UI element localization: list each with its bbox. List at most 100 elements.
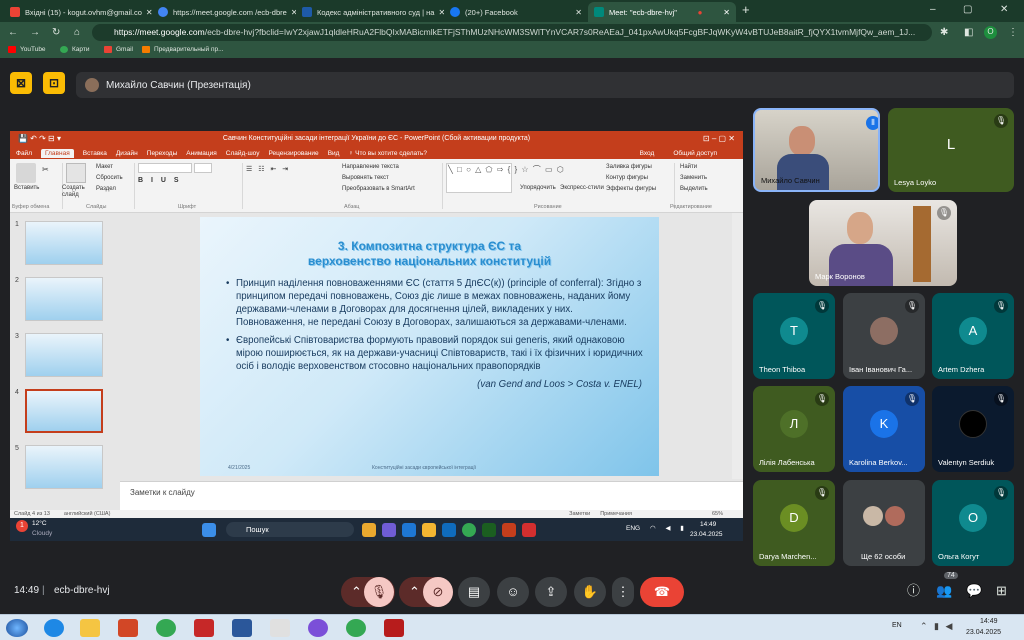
reload-icon[interactable]: ↻ <box>52 27 60 39</box>
font-name-select[interactable] <box>138 163 192 173</box>
present-layout-icon[interactable]: ⊡ <box>43 72 65 94</box>
camera-toggle-button[interactable]: ⊘ <box>423 577 453 607</box>
more-vert-icon[interactable]: ⋮ <box>1008 27 1018 39</box>
slide-thumbnail[interactable] <box>25 333 103 377</box>
select-button[interactable]: Выделить <box>680 186 708 192</box>
bookmark-gmail[interactable]: Gmail <box>104 46 133 53</box>
tab-home[interactable]: Главная <box>40 148 74 158</box>
powerpoint-icon[interactable] <box>502 523 516 537</box>
profile-avatar[interactable]: O <box>984 26 997 39</box>
chat-icon[interactable]: 💬 <box>966 584 982 597</box>
leave-call-button[interactable]: ☎ <box>640 577 684 607</box>
emoji-button[interactable]: ☺ <box>497 577 529 607</box>
quick-styles-button[interactable]: Экспресс-стили <box>560 185 604 191</box>
slide-scrollbar[interactable] <box>732 213 743 479</box>
tab-insert[interactable]: Вставка <box>83 150 107 157</box>
folder-icon[interactable] <box>80 619 100 637</box>
stop-presenting-icon[interactable]: ⊠ <box>10 72 32 94</box>
zoom-level[interactable]: 65% <box>712 511 723 517</box>
share-button[interactable]: Общий доступ <box>673 150 717 157</box>
tab-review[interactable]: Рецензирование <box>268 150 318 157</box>
acrobat-icon[interactable] <box>194 619 214 637</box>
section-button[interactable]: Раздел <box>96 186 116 192</box>
close-icon[interactable]: ✕ <box>571 8 582 17</box>
widgets-icon[interactable] <box>362 523 376 537</box>
slide-thumbnail[interactable] <box>25 277 103 321</box>
tray-icons[interactable]: ⌃ ▮ ◀ <box>920 621 954 632</box>
smartart-button[interactable]: Преобразовать в SmartArt <box>342 186 415 192</box>
captions-button[interactable]: ▤ <box>458 577 490 607</box>
participant-tile[interactable]: 🎙 K Karolina Berkov... <box>843 386 925 472</box>
slide-thumbnail[interactable] <box>25 445 103 489</box>
participant-tile[interactable]: 🎙 Марк Воронов <box>809 200 957 286</box>
edge-icon[interactable] <box>402 523 416 537</box>
back-arrow-icon[interactable]: ← <box>8 27 18 39</box>
notes-pane[interactable]: Заметки к слайду <box>120 481 743 510</box>
slide-thumbnail[interactable] <box>25 221 103 265</box>
text-direction-button[interactable]: Направление текста <box>342 164 399 170</box>
tab-view[interactable]: Вид <box>328 150 340 157</box>
close-icon[interactable]: ✕ <box>142 8 152 17</box>
people-icon[interactable]: 👥 <box>936 584 952 597</box>
tab-file[interactable]: Файл <box>16 150 32 157</box>
more-participants-tile[interactable]: Ще 62 особи <box>843 480 925 566</box>
participant-tile[interactable]: 🎙 Л Лілія Лабенська <box>753 386 835 472</box>
bookmark-maps[interactable]: Карти <box>60 46 89 53</box>
current-slide[interactable]: 3. Композитна структура ЄС та верховенств… <box>200 217 659 476</box>
info-icon[interactable]: ⓘ <box>907 584 920 597</box>
shapes-gallery[interactable]: ╲ □ ○ △ ⬠ ⇨ { } ☆ ⌒ ▭ ⬡ <box>446 163 564 193</box>
outlook-icon[interactable] <box>442 523 456 537</box>
participant-tile[interactable]: 🎙 Іван Іванович Га... <box>843 293 925 379</box>
participant-tile[interactable]: 🎙 Valentyn Serdiuk <box>932 386 1014 472</box>
maximize-button[interactable]: ▢ <box>963 4 972 16</box>
home-icon[interactable]: ⌂ <box>74 27 80 39</box>
notes-toggle[interactable]: Заметки <box>569 511 590 517</box>
excel-icon[interactable] <box>482 523 496 537</box>
close-icon[interactable]: ✕ <box>287 8 296 17</box>
list-buttons[interactable]: ☰ ☷ ⇤ ⇥ <box>246 165 290 173</box>
paint-icon[interactable] <box>270 619 290 637</box>
word-icon[interactable] <box>232 619 252 637</box>
tab-meet-link[interactable]: https://meet.google.com /ecb-dbre ✕ <box>152 2 296 22</box>
windows-start-icon[interactable] <box>202 523 216 537</box>
replace-button[interactable]: Заменить <box>680 175 707 181</box>
address-bar[interactable]: https://meet.google.com/ecb-dbre-hvj?fbc… <box>92 24 932 41</box>
arrange-button[interactable]: Упорядочить <box>520 185 556 191</box>
reset-button[interactable]: Сбросить <box>96 175 123 181</box>
tab-design[interactable]: Дизайн <box>116 150 138 157</box>
shape-outline-button[interactable]: Контур фигуры <box>606 175 648 181</box>
close-icon[interactable]: ✕ <box>434 8 444 17</box>
bookmark-preview[interactable]: Предварительный пр... <box>142 46 224 53</box>
windows-start-icon[interactable] <box>6 619 28 637</box>
input-language[interactable]: ENG <box>626 525 640 532</box>
tell-me-search[interactable]: ♀ Что вы хотите сделать? <box>348 150 427 157</box>
font-style-buttons[interactable]: B I U S <box>138 177 182 184</box>
tab-transitions[interactable]: Переходы <box>147 150 178 157</box>
participant-tile[interactable]: 🎙 A Artem Dzhera <box>932 293 1014 379</box>
forward-arrow-icon[interactable]: → <box>30 27 40 39</box>
raise-hand-button[interactable]: ✋ <box>574 577 606 607</box>
participant-tile[interactable]: 🎙 O Ольга Когут <box>932 480 1014 566</box>
layout-button[interactable]: Макет <box>96 164 113 170</box>
tab-slideshow[interactable]: Слайд-шоу <box>226 150 260 157</box>
tab-gmail[interactable]: Вхідні (15) - kogut.ovhm@gmail.co ✕ <box>4 2 152 22</box>
save-icon[interactable]: 💾 ↶ ↷ ⊟ ▾ <box>18 131 61 147</box>
minimize-button[interactable]: – <box>930 4 936 16</box>
window-controls[interactable]: ⊡ – ▢ ✕ <box>703 131 735 147</box>
app-icon[interactable] <box>384 619 404 637</box>
explorer-icon[interactable] <box>422 523 436 537</box>
paste-button[interactable]: Вставить <box>14 185 39 191</box>
paste-icon[interactable] <box>16 163 36 183</box>
window-close-button[interactable]: ✕ <box>1000 4 1008 16</box>
bookmark-youtube[interactable]: YouTube <box>8 46 46 53</box>
new-slide-button[interactable]: Создать слайд <box>62 185 94 199</box>
present-button[interactable]: ⇪ <box>535 577 567 607</box>
activities-icon[interactable]: ⊞ <box>996 584 1007 597</box>
align-text-button[interactable]: Выровнять текст <box>342 175 389 181</box>
new-tab-button[interactable]: + <box>742 3 750 16</box>
ie-icon[interactable] <box>44 619 64 637</box>
viber-icon[interactable] <box>308 619 328 637</box>
sign-in-link[interactable]: Вход <box>640 150 655 157</box>
tab-code[interactable]: Кодекс адміністративного суд | на ✕ <box>296 2 444 22</box>
powerpoint-icon[interactable] <box>118 619 138 637</box>
